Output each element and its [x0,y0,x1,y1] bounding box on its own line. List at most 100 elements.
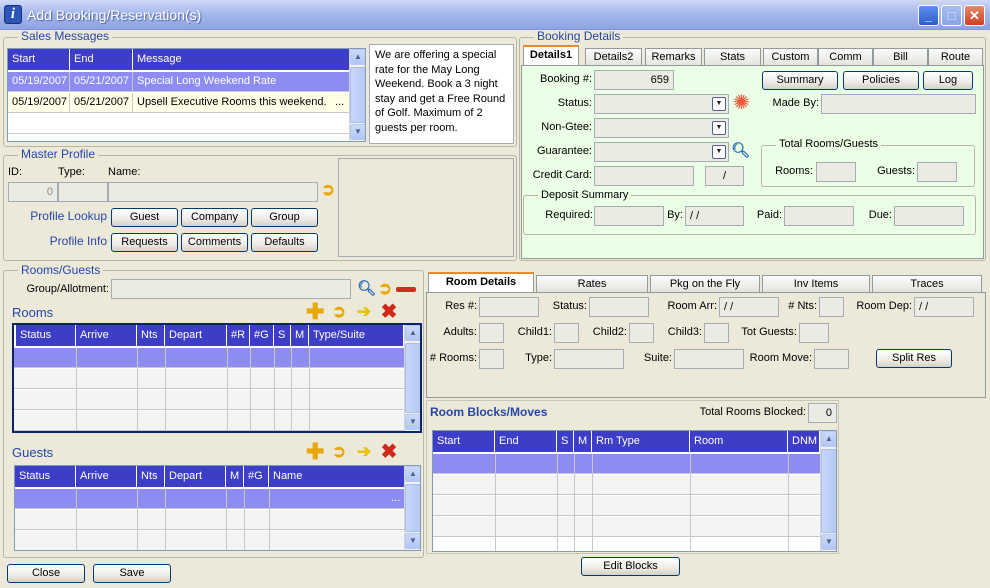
by-date-field[interactable]: / / [685,206,744,226]
credit-card-field[interactable] [594,166,694,186]
profile-id-field[interactable]: 0 [8,182,58,202]
yellow-arrow-icon[interactable]: ➔ [355,303,373,321]
tab-pkg-on-the-fly[interactable]: Pkg on the Fly [650,275,760,292]
table-row[interactable] [14,390,420,410]
guarantee-select[interactable]: ▼ [594,142,729,162]
nights-field[interactable] [819,297,844,317]
table-row[interactable]: 05/19/2007 05/21/2007 Upsell Executive R… [8,93,365,113]
non-gtee-select[interactable]: ▼ [594,118,729,138]
col-end[interactable]: End [495,431,557,453]
minimize-button[interactable]: _ [918,5,939,26]
red-x-icon[interactable]: ✖ [380,302,398,322]
tab-inv-items[interactable]: Inv Items [762,275,870,292]
table-row[interactable] [433,496,836,516]
due-field[interactable] [894,206,964,226]
close-window-button[interactable]: ✕ [964,5,985,26]
table-row[interactable] [433,517,836,537]
rooms-scrollbar[interactable]: ▲ ▼ [404,325,420,431]
profile-type-field[interactable] [58,182,108,202]
tot-guests-field[interactable] [799,323,829,343]
chevron-down-icon[interactable]: ▼ [712,97,726,111]
policies-button[interactable]: Policies [843,71,919,90]
company-lookup-button[interactable]: Company [181,208,248,227]
col-rm-type[interactable]: Rm Type [592,431,690,453]
yellow-arrow-icon[interactable]: ➔ [355,443,373,461]
table-row[interactable] [433,475,836,495]
scroll-thumb[interactable] [821,449,836,533]
child1-field[interactable] [554,323,579,343]
child3-field[interactable] [704,323,729,343]
tab-rates[interactable]: Rates [536,275,648,292]
paid-field[interactable] [784,206,854,226]
save-button[interactable]: Save [93,564,171,583]
room-arr-field[interactable]: / / [719,297,779,317]
arrow-go-icon[interactable]: ➲ [330,443,348,461]
child2-field[interactable] [629,323,654,343]
sales-messages-grid[interactable]: Start End Message 05/19/2007 05/21/2007 … [7,48,366,142]
split-res-button[interactable]: Split Res [876,349,952,368]
guest-lookup-button[interactable]: Guest [111,208,178,227]
total-rooms-blocked-field[interactable]: 0 [808,403,837,423]
col-name[interactable]: Name [269,466,405,488]
table-row[interactable]: 05/19/2007 05/21/2007 Special Long Weeke… [8,72,365,92]
tab-stats[interactable]: Stats [704,48,761,65]
credit-card-expiry-field[interactable]: / [705,166,744,186]
red-x-icon[interactable]: ✖ [380,442,398,462]
table-row[interactable] [433,454,836,474]
col-start[interactable]: Start [433,431,495,453]
close-button[interactable]: Close [7,564,85,583]
col-depart[interactable]: Depart [165,466,226,488]
arrow-go-icon[interactable]: ➲ [330,303,348,321]
col-arrive[interactable]: Arrive [76,325,137,347]
plus-icon[interactable]: ✚ [306,441,324,463]
col-r[interactable]: #R [227,325,250,347]
adults-field[interactable] [479,323,504,343]
suite-field[interactable] [674,349,744,369]
tab-remarks[interactable]: Remarks [645,48,702,65]
scroll-up-icon[interactable]: ▲ [405,466,420,482]
guests-total-field[interactable] [917,162,957,182]
plus-icon[interactable]: ✚ [306,301,324,323]
status-select[interactable]: ▼ [594,94,729,114]
tab-traces[interactable]: Traces [872,275,982,292]
col-nts[interactable]: Nts [137,466,165,488]
col-g[interactable]: #G [250,325,274,347]
chevron-down-icon[interactable]: ▼ [712,145,726,159]
sales-scrollbar[interactable]: ▲ ▼ [349,49,365,141]
profile-name-field[interactable] [108,182,318,202]
col-s[interactable]: S [557,431,574,453]
room-dep-field[interactable]: / / [914,297,974,317]
scroll-down-icon[interactable]: ▼ [821,534,836,550]
scroll-thumb[interactable] [405,484,420,532]
maximize-button[interactable]: □ [941,5,962,26]
log-button[interactable]: Log [923,71,973,90]
scroll-down-icon[interactable]: ▼ [405,414,420,430]
rooms-grid[interactable]: Status Arrive Nts Depart #R #G S M Type/… [12,323,422,433]
tab-custom[interactable]: Custom [763,48,818,65]
comments-button[interactable]: Comments [181,233,248,252]
room-blocks-grid[interactable]: Start End S M Rm Type Room DNM ▲ ▼ [432,430,837,552]
col-end[interactable]: End [70,49,133,71]
scroll-down-icon[interactable]: ▼ [405,533,420,549]
guests-scrollbar[interactable]: ▲ ▼ [404,466,420,550]
magnifier-icon[interactable]: 🔍︎ [731,142,750,160]
booking-number-field[interactable]: 659 [594,70,674,90]
tab-details2[interactable]: Details2 [585,48,642,65]
scroll-down-icon[interactable]: ▼ [350,124,365,140]
scroll-thumb[interactable] [405,343,420,413]
made-by-field[interactable] [821,94,976,114]
requests-button[interactable]: Requests [111,233,178,252]
table-row[interactable] [14,411,420,431]
room-status-field[interactable] [589,297,649,317]
minus-icon[interactable] [396,287,416,292]
summary-button[interactable]: Summary [762,71,838,90]
edit-blocks-button[interactable]: Edit Blocks [581,557,680,576]
arrow-go-icon[interactable]: ➲ [376,280,394,298]
col-m[interactable]: M [226,466,244,488]
col-m[interactable]: M [574,431,592,453]
col-arrive[interactable]: Arrive [76,466,137,488]
room-type-field[interactable] [554,349,624,369]
tab-route[interactable]: Route [928,48,983,65]
tab-details1[interactable]: Details1 [523,45,579,65]
table-row[interactable] [8,114,365,134]
